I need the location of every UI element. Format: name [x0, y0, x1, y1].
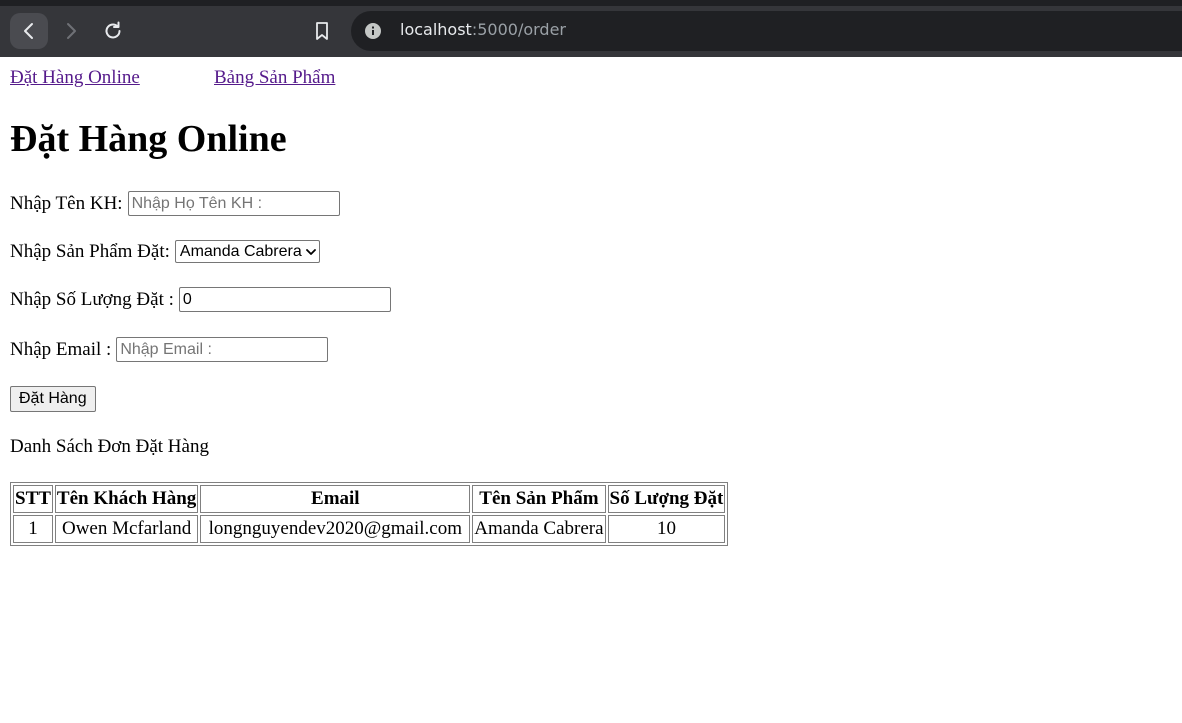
- url-path: :5000/order: [471, 20, 566, 39]
- column-header-customer: Tên Khách Hàng: [54, 485, 199, 513]
- nav-link-order[interactable]: Đặt Hàng Online: [10, 67, 140, 88]
- cell-email: longnguyendev2020@gmail.com: [200, 515, 471, 543]
- back-button[interactable]: [10, 13, 48, 49]
- customer-name-label: Nhập Tên KH:: [10, 192, 123, 214]
- cell-product: Amanda Cabrera: [472, 515, 606, 543]
- product-row: Nhập Sản Phẩm Đặt: Amanda Cabrera: [10, 240, 320, 263]
- submit-order-button[interactable]: Đặt Hàng: [10, 386, 96, 412]
- column-header-quantity: Số Lượng Đặt: [607, 485, 726, 513]
- url-text[interactable]: localhost:5000/order: [400, 20, 566, 39]
- address-bar[interactable]: localhost:5000/order: [351, 11, 1182, 51]
- reload-button[interactable]: [94, 13, 132, 49]
- cell-stt: 1: [13, 515, 53, 543]
- email-label: Nhập Email :: [10, 338, 112, 360]
- orders-list-title: Danh Sách Đơn Đặt Hàng: [10, 436, 209, 457]
- cell-quantity: 10: [607, 515, 726, 543]
- bookmark-icon: [316, 22, 328, 40]
- chevron-right-icon: [67, 23, 76, 39]
- quantity-input[interactable]: [178, 287, 391, 312]
- cell-customer: Owen Mcfarland: [54, 515, 199, 543]
- url-host: localhost: [400, 20, 472, 39]
- browser-toolbar: localhost:5000/order: [0, 0, 1182, 57]
- quantity-row: Nhập Số Lượng Đặt :: [10, 287, 391, 312]
- page-title: Đặt Hàng Online: [10, 118, 287, 160]
- table-row: 1 Owen Mcfarland longnguyendev2020@gmail…: [13, 515, 726, 543]
- quantity-label: Nhập Số Lượng Đặt :: [10, 288, 174, 310]
- column-header-stt: STT: [13, 485, 53, 513]
- orders-table: STT Tên Khách Hàng Email Tên Sản Phẩm Số…: [10, 482, 729, 546]
- product-select-value: Amanda Cabrera: [179, 242, 302, 260]
- reload-icon: [105, 21, 121, 39]
- tab-strip: [0, 0, 1182, 6]
- forward-button[interactable]: [52, 13, 90, 49]
- column-header-product: Tên Sản Phẩm: [472, 485, 606, 513]
- product-select[interactable]: Amanda Cabrera: [174, 240, 320, 263]
- customer-name-row: Nhập Tên KH:: [10, 191, 340, 216]
- nav-link-products[interactable]: Bảng Sản Phẩm: [214, 67, 335, 89]
- table-header-row: STT Tên Khách Hàng Email Tên Sản Phẩm Số…: [13, 485, 726, 513]
- info-icon[interactable]: [364, 22, 382, 40]
- chevron-left-icon: [24, 23, 33, 39]
- column-header-email: Email: [200, 485, 471, 513]
- chevron-down-icon: [305, 248, 316, 255]
- product-label: Nhập Sản Phẩm Đặt:: [10, 240, 170, 262]
- bookmark-button[interactable]: [303, 13, 341, 49]
- customer-name-input[interactable]: [127, 191, 340, 216]
- email-row: Nhập Email :: [10, 337, 329, 362]
- top-nav: Đặt Hàng Online Bảng Sản Phẩm: [10, 67, 335, 89]
- email-input[interactable]: [116, 337, 329, 362]
